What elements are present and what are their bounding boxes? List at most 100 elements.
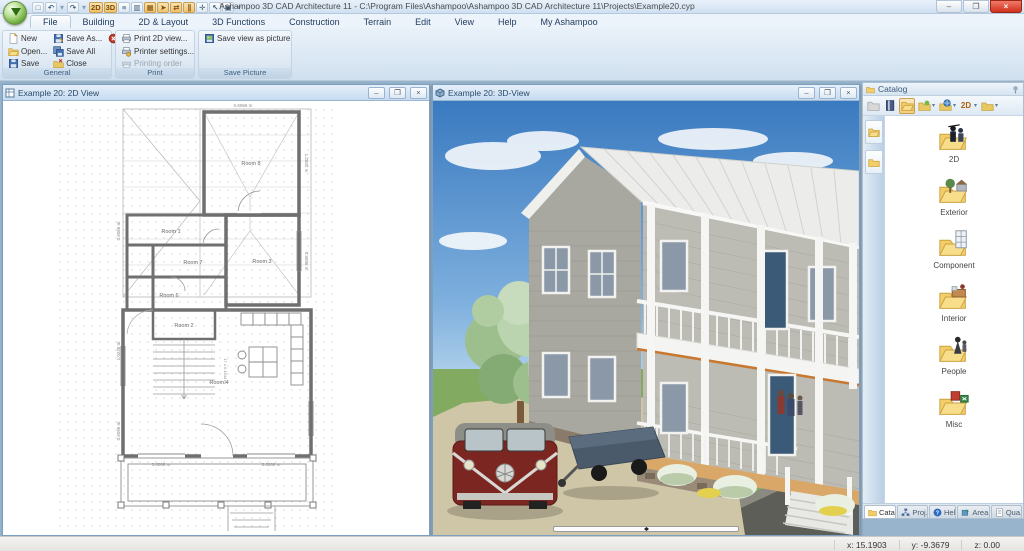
application-window: □ ↶ ▾ ↷ ▾ 2D 3D ≡ ▥ ▦ ➤ ⇄ ∥ ✛ ↖ ▣ ▾ Asha… [0, 0, 1024, 551]
view3d-canvas[interactable] [433, 101, 859, 535]
button-label: Save view as picture [217, 34, 290, 43]
group-label-save-picture: Save Picture [199, 68, 291, 78]
dimension-label: 0.6066 m [234, 103, 253, 108]
2d-symbols-dropdown[interactable]: 2D [958, 98, 974, 114]
catalog-header: Catalog [863, 83, 1023, 96]
tab-my-ashampoo[interactable]: My Ashampoo [529, 16, 610, 28]
tab-terrain[interactable]: Terrain [352, 16, 404, 28]
slider-thumb[interactable] [644, 527, 649, 531]
view3d-maximize-button[interactable]: ❐ [819, 87, 836, 99]
dropdown-arrow-icon[interactable]: ▾ [953, 102, 956, 109]
tab-2d-layout[interactable]: 2D & Layout [127, 16, 201, 28]
catalog-item-label: 2D [949, 155, 959, 164]
new-button[interactable]: New [5, 32, 50, 45]
minimize-button[interactable]: – [936, 0, 962, 13]
catalog-book-icon[interactable] [882, 98, 898, 114]
tab-file[interactable]: File [30, 15, 71, 28]
tab-catalog[interactable]: Cata... [864, 505, 896, 518]
plan-minimize-button[interactable]: – [368, 87, 385, 99]
application-menu-button[interactable] [3, 1, 27, 25]
tab-construction[interactable]: Construction [277, 16, 352, 28]
tab-project[interactable]: Proj... [897, 505, 928, 518]
plan-window-titlebar[interactable]: Example 20: 2D View – ❐ × [3, 85, 429, 101]
dropdown-arrow-icon[interactable]: ▾ [974, 102, 977, 109]
tab-area[interactable]: Area... [957, 505, 989, 518]
catalog-item-list: 2D Exterior [885, 116, 1023, 503]
tab-view[interactable]: View [443, 16, 486, 28]
room-label: Room 8 [241, 161, 260, 167]
dimension-label: 0.6096 m [116, 421, 121, 440]
catalog-toolbar: ▾ ▾ 2D▾ ▾ [863, 96, 1023, 116]
button-label: New [21, 34, 37, 43]
open-catalog-folder-icon[interactable] [899, 98, 915, 114]
catalog-item-2d[interactable]: 2D [919, 122, 989, 172]
dropdown-arrow-icon[interactable]: ▾ [932, 102, 935, 109]
save-view-as-picture-button[interactable]: Save view as picture [201, 32, 293, 45]
catalog-side-tab-2[interactable] [865, 150, 883, 174]
materials-folder-dropdown[interactable] [979, 98, 995, 114]
button-label: Print 2D view... [134, 34, 187, 43]
status-y-coordinate: y: -9.3679 [899, 540, 962, 550]
catalog-tab-icon [868, 508, 877, 517]
stairs-label: 17 x 0.1944 m [223, 358, 228, 384]
view3d-window: Example 20: 3D-View – ❐ × [432, 84, 860, 536]
room-label: Room 3 [252, 259, 271, 265]
catalog-item-people[interactable]: People [919, 334, 989, 384]
svg-text:?: ? [936, 510, 940, 516]
dimension-label: 0.6066 m [116, 221, 121, 240]
save-all-button[interactable]: Save All [50, 45, 105, 58]
people-category-icon [937, 334, 971, 366]
catalog-item-misc[interactable]: Misc [919, 387, 989, 437]
new-file-icon [8, 33, 19, 44]
ribbon-tab-bar: File Building 2D & Layout 3D Functions C… [0, 14, 1024, 28]
maximize-button[interactable]: ❐ [963, 0, 989, 13]
catalog-side-tab-1[interactable] [865, 120, 883, 144]
catalog-item-interior[interactable]: Interior [919, 281, 989, 331]
group-label-general: General [3, 68, 111, 78]
project-tab-icon [901, 508, 910, 517]
close-button[interactable]: × [990, 0, 1022, 13]
titlebar[interactable]: □ ↶ ▾ ↷ ▾ 2D 3D ≡ ▥ ▦ ➤ ⇄ ∥ ✛ ↖ ▣ ▾ Asha… [0, 0, 1024, 14]
save-as-button[interactable]: Save As... [50, 32, 105, 45]
area-tab-icon [961, 508, 970, 517]
render-3d-scene [433, 101, 859, 535]
tab-quantities[interactable]: Qua... [991, 505, 1022, 518]
open-folder-icon [8, 46, 19, 57]
catalog-item-label: Misc [946, 420, 962, 429]
help-tab-icon: ? [933, 508, 942, 517]
plan-close-button[interactable]: × [410, 87, 427, 99]
tab-3d-functions[interactable]: 3D Functions [200, 16, 277, 28]
printer-settings-button[interactable]: Printer settings... [118, 45, 197, 58]
catalog-title: Catalog [878, 84, 1008, 94]
pin-icon[interactable] [1011, 85, 1020, 94]
dimension-label: 1.0236 m [116, 341, 121, 360]
catalog-item-component[interactable]: Component [919, 228, 989, 278]
plan-window: Example 20: 2D View – ❐ × [2, 84, 430, 536]
objects-folder-dropdown[interactable] [916, 98, 932, 114]
view3d-zoom-slider[interactable] [553, 526, 739, 532]
view3d-close-button[interactable]: × [840, 87, 857, 99]
tab-edit[interactable]: Edit [403, 16, 443, 28]
plan-maximize-button[interactable]: ❐ [389, 87, 406, 99]
ribbon-group-general: New Open... Save Save As... [2, 30, 112, 79]
button-label: Save As... [66, 34, 102, 43]
catalog-item-exterior[interactable]: Exterior [919, 175, 989, 225]
dropdown-arrow-icon[interactable]: ▾ [995, 102, 998, 109]
tab-building[interactable]: Building [71, 16, 127, 28]
room-label: Room 2 [174, 323, 193, 329]
catalog-folder-icon [866, 85, 875, 94]
2d-category-icon [937, 122, 971, 154]
dimension-label: 0.9096 m [304, 252, 309, 271]
tab-help[interactable]: ? Help [929, 505, 956, 518]
textures-globe-dropdown[interactable] [937, 98, 953, 114]
plan-canvas[interactable]: Room 8 Room 1 Room 7 Room 3 Room 6 Room … [3, 101, 429, 535]
2d-label: 2D [961, 101, 971, 110]
open-button[interactable]: Open... [5, 45, 50, 58]
catalog-panel: Catalog ▾ ▾ 2D▾ ▾ [862, 82, 1024, 519]
view3d-window-titlebar[interactable]: Example 20: 3D-View – ❐ × [433, 85, 859, 101]
exterior-category-icon [937, 175, 971, 207]
tab-help[interactable]: Help [486, 16, 529, 28]
print-2d-view-button[interactable]: Print 2D view... [118, 32, 197, 45]
back-folder-icon[interactable] [865, 98, 881, 114]
view3d-minimize-button[interactable]: – [798, 87, 815, 99]
